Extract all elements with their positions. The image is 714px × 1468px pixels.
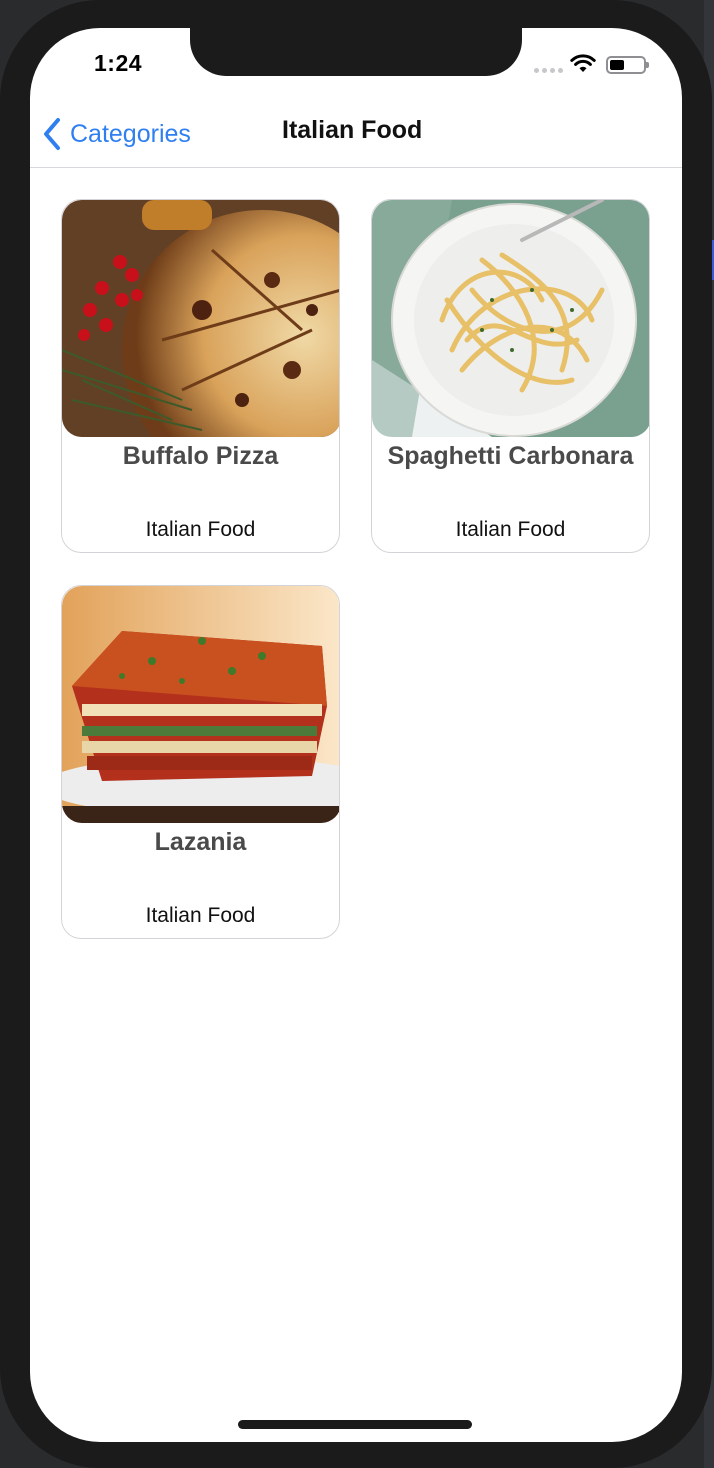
status-time: 1:24: [94, 50, 143, 76]
food-card-buffalo-pizza[interactable]: Buffalo Pizza Italian Food: [61, 199, 340, 553]
card-title: Buffalo Pizza: [122, 442, 279, 470]
home-indicator[interactable]: [238, 1420, 472, 1429]
phone-frame: 1:24 Categories Italian Food Buffalo Piz…: [0, 0, 712, 1468]
chevron-left-icon: [44, 118, 60, 150]
card-subtitle: Italian Food: [145, 904, 256, 927]
page-title: Italian Food: [282, 116, 423, 144]
back-button[interactable]: Categories: [42, 116, 191, 152]
notch: [190, 28, 522, 76]
screen: 1:24 Categories Italian Food Buffalo Piz…: [30, 28, 682, 1442]
cellular-signal-icon: [534, 68, 563, 73]
navigation-bar: Categories Italian Food: [30, 98, 682, 168]
card-subtitle: Italian Food: [455, 518, 566, 541]
battery-icon: [606, 56, 649, 74]
lasagna-photo: [62, 586, 339, 823]
food-card-lazania[interactable]: Lazania Italian Food: [61, 585, 340, 939]
card-title: Lazania: [154, 828, 247, 856]
card-title: Spaghetti Carbonara: [387, 442, 634, 470]
back-button-label: Categories: [70, 119, 191, 148]
card-subtitle: Italian Food: [145, 518, 256, 541]
food-card-spaghetti-carbonara[interactable]: Spaghetti Carbonara Italian Food: [371, 199, 650, 553]
wifi-icon: [570, 54, 596, 72]
pasta-photo: [372, 200, 649, 437]
pizza-photo: [62, 200, 339, 437]
